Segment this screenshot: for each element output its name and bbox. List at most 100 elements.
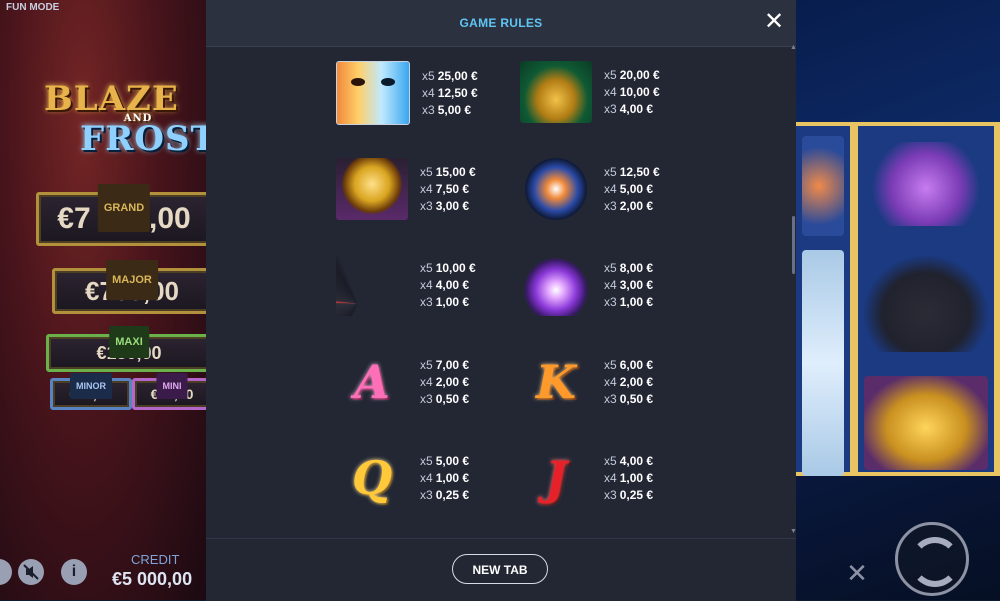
multiplier: x3: [604, 391, 617, 406]
menu-icon[interactable]: [0, 559, 12, 585]
payout-amount: 0,50 €: [435, 391, 470, 406]
payout-amount: 1,00 €: [435, 294, 470, 309]
payout-line: x3 1,00 €: [420, 294, 476, 311]
reel-frame: [796, 122, 1000, 476]
multiplier: x3: [604, 101, 617, 116]
multiplier: x5: [422, 68, 435, 83]
paytable-entry-lotus: x5 8,00 € x4 3,00 € x3 1,00 €: [520, 254, 653, 316]
spin-button[interactable]: [895, 522, 969, 596]
payout-amount: 6,00 €: [619, 357, 654, 372]
payout-amount: 25,00 €: [437, 68, 478, 83]
paytable-entry-j: J x5 4,00 € x4 1,00 € x3 0,25 €: [520, 447, 653, 509]
paytable-scroll-area[interactable]: x5 25,00 € x4 12,50 € x3 5,00 € x5 20,00 € x…: [206, 46, 796, 538]
sound-off-glyph: [23, 564, 39, 580]
jackpot-maxi-label: MAXI: [109, 326, 149, 358]
autoplay-off-icon[interactable]: ✕: [840, 556, 874, 590]
sound-off-icon[interactable]: [18, 559, 44, 585]
payout-list: x5 7,00 € x4 2,00 € x3 0,50 €: [420, 357, 469, 408]
payout-line: x4 10,00 €: [604, 84, 660, 101]
payout-line: x3 0,25 €: [420, 487, 469, 504]
payout-list: x5 15,00 € x4 7,50 € x3 3,00 €: [420, 164, 476, 215]
gold-ingot-symbol: [864, 376, 988, 470]
close-icon[interactable]: ✕: [763, 10, 785, 34]
multiplier: x3: [604, 487, 617, 502]
multiplier: x4: [420, 374, 433, 389]
payout-amount: 10,00 €: [435, 260, 476, 275]
payout-list: x5 12,50 € x4 5,00 € x3 2,00 €: [604, 164, 660, 215]
paytable-entry-fan: x5 10,00 € x4 4,00 € x3 1,00 €: [336, 254, 476, 316]
payout-amount: 1,00 €: [619, 294, 654, 309]
multiplier: x4: [420, 277, 433, 292]
multiplier: x5: [604, 164, 617, 179]
multiplier: x5: [420, 453, 433, 468]
payout-list: x5 5,00 € x4 1,00 € x3 0,25 €: [420, 453, 469, 504]
jackpot-major: MAJOR €750,00: [52, 260, 212, 314]
jackpot-minor-label: MINOR: [70, 373, 112, 399]
spin-arrows-icon: [910, 537, 960, 587]
multiplier: x5: [604, 357, 617, 372]
letter-a-icon: A: [354, 355, 390, 409]
jackpot-minor: MINOR €37,50: [50, 373, 132, 410]
payout-line: x4 7,50 €: [420, 181, 476, 198]
lion-statue-icon: [520, 61, 592, 123]
game-rules-modal: GAME RULES ✕ x5 25,00 € x4 12,50 € x3 5,00 …: [206, 0, 797, 601]
payout-line: x4 5,00 €: [604, 181, 660, 198]
lotus-symbol: [864, 142, 988, 226]
payout-amount: 4,00 €: [619, 453, 654, 468]
payout-amount: 0,50 €: [619, 391, 654, 406]
payout-line: x5 10,00 €: [420, 260, 476, 277]
multiplier: x4: [604, 181, 617, 196]
new-tab-button[interactable]: NEW TAB: [452, 554, 548, 584]
multiplier: x3: [420, 391, 433, 406]
multiplier: x4: [604, 84, 617, 99]
payout-amount: 20,00 €: [619, 67, 660, 82]
payout-list: x5 4,00 € x4 1,00 € x3 0,25 €: [604, 453, 653, 504]
reel-column: [796, 126, 850, 476]
payout-amount: 8,00 €: [619, 260, 654, 275]
multiplier: x4: [420, 181, 433, 196]
multiplier: x5: [604, 67, 617, 82]
payout-line: x5 5,00 €: [420, 453, 469, 470]
payout-amount: 2,00 €: [619, 198, 654, 213]
multiplier: x5: [420, 357, 433, 372]
multiplier: x4: [604, 374, 617, 389]
payout-amount: 5,00 €: [435, 453, 470, 468]
scroll-up-arrow-icon[interactable]: ▲: [790, 44, 797, 51]
payout-line: x4 2,00 €: [604, 374, 653, 391]
reel-column: [858, 126, 994, 472]
payout-amount: 0,25 €: [619, 487, 654, 502]
credit-value: €5 000,00: [112, 569, 193, 589]
lotus-icon: [520, 254, 592, 316]
credit-label: CREDIT: [131, 552, 180, 567]
payout-amount: 15,00 €: [435, 164, 476, 179]
logo-line-2: FROST: [80, 119, 217, 159]
multiplier: x4: [420, 470, 433, 485]
payout-line: x4 2,00 €: [420, 374, 469, 391]
tiger-symbol: [802, 250, 844, 476]
payout-list: x5 6,00 € x4 2,00 € x3 0,50 €: [604, 357, 653, 408]
jackpot-grand-label: GRAND: [97, 184, 151, 232]
multiplier: x3: [420, 198, 433, 213]
scroll-down-arrow-icon[interactable]: ▼: [790, 528, 797, 535]
payout-amount: 5,00 €: [619, 181, 654, 196]
payout-line: x5 8,00 €: [604, 260, 653, 277]
scrollbar-thumb[interactable]: [792, 216, 795, 274]
multiplier: x5: [604, 453, 617, 468]
modal-title: GAME RULES: [459, 16, 543, 30]
multiplier: x4: [604, 277, 617, 292]
multiplier: x3: [422, 102, 435, 117]
modal-footer: NEW TAB: [206, 538, 796, 601]
payout-line: x3 5,00 €: [422, 102, 478, 119]
payout-line: x3 3,00 €: [420, 198, 476, 215]
multiplier: x5: [604, 260, 617, 275]
payout-amount: 1,00 €: [619, 470, 654, 485]
payout-line: x5 25,00 €: [422, 68, 478, 85]
fun-mode-label: FUN MODE: [6, 2, 60, 13]
payout-amount: 12,50 €: [437, 85, 478, 100]
tiger-icon: [336, 61, 410, 125]
payout-line: x4 1,00 €: [420, 470, 469, 487]
letter-q-icon: Q: [351, 451, 393, 505]
info-icon[interactable]: i: [61, 559, 87, 585]
multiplier: x5: [420, 164, 433, 179]
payout-line: x3 2,00 €: [604, 198, 660, 215]
